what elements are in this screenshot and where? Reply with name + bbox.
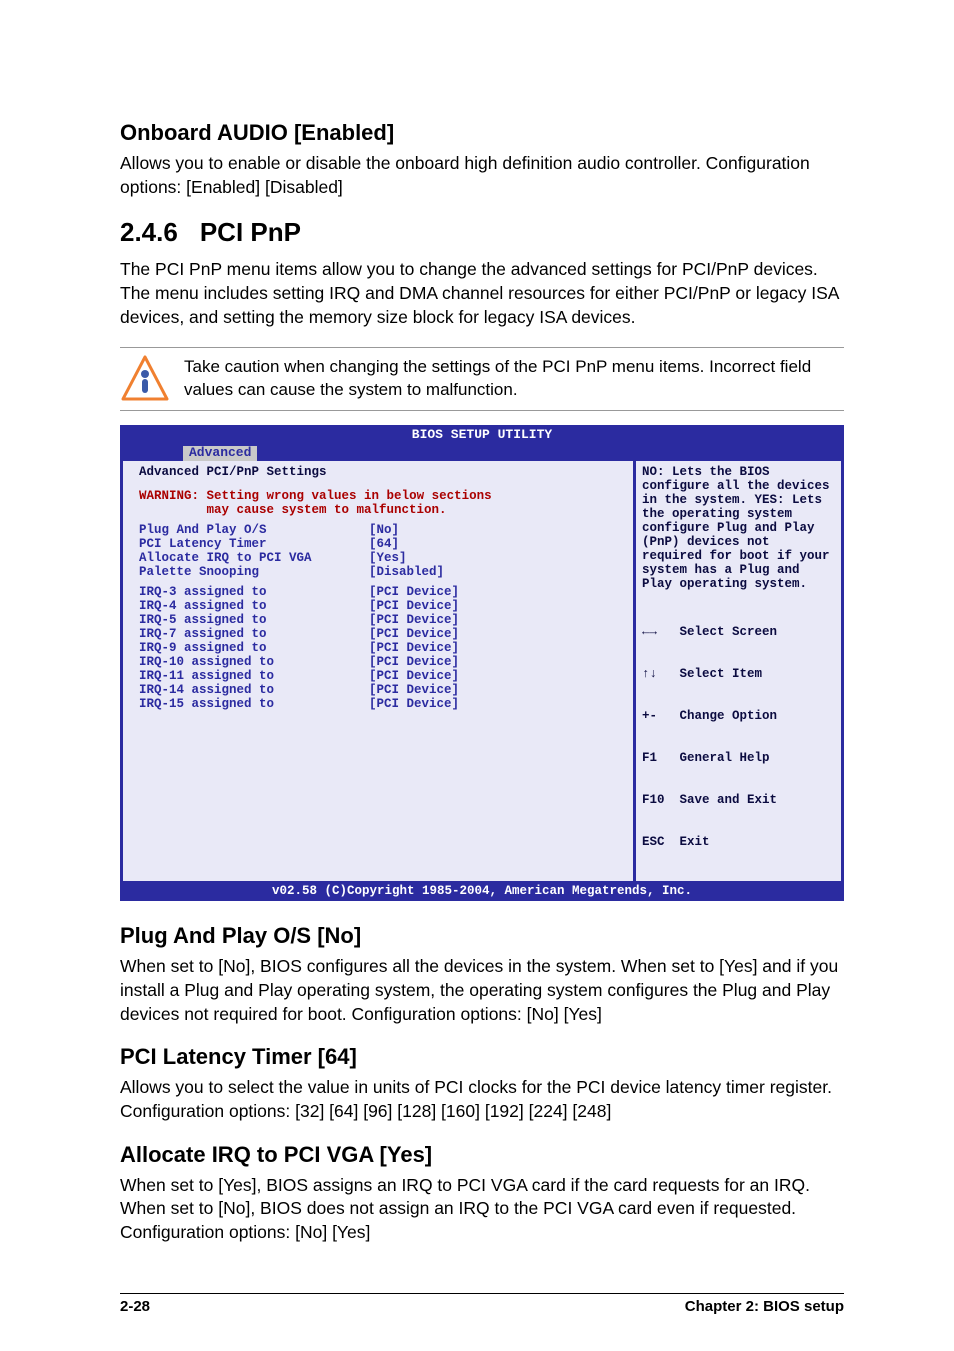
heading-pci-latency: PCI Latency Timer [64]	[120, 1044, 844, 1070]
bios-option-allocate-irq[interactable]: Allocate IRQ to PCI VGA[Yes]	[139, 551, 623, 565]
bios-option-irq3[interactable]: IRQ-3 assigned to[PCI Device]	[139, 585, 623, 599]
bios-right-pane: NO: Lets the BIOS configure all the devi…	[636, 461, 841, 884]
bios-option-irq10[interactable]: IRQ-10 assigned to[PCI Device]	[139, 655, 623, 669]
bios-option-irq4[interactable]: IRQ-4 assigned to[PCI Device]	[139, 599, 623, 613]
bios-nav-legend: ←→ Select Screen ↑↓ Select Item +- Chang…	[642, 597, 835, 877]
caution-text: Take caution when changing the settings …	[184, 356, 844, 402]
bios-option-irq14[interactable]: IRQ-14 assigned to[PCI Device]	[139, 683, 623, 697]
text-pci-pnp-intro: The PCI PnP menu items allow you to chan…	[120, 258, 844, 329]
key-esc-icon: ESC	[642, 835, 672, 849]
text-onboard-audio: Allows you to enable or disable the onbo…	[120, 152, 844, 199]
bios-option-palette-snooping[interactable]: Palette Snooping[Disabled]	[139, 565, 623, 579]
section-number: 2.4.6	[120, 217, 178, 248]
bios-option-pci-latency[interactable]: PCI Latency Timer[64]	[139, 537, 623, 551]
page-footer: 2-28 Chapter 2: BIOS setup	[120, 1293, 844, 1315]
bios-option-irq7[interactable]: IRQ-7 assigned to[PCI Device]	[139, 627, 623, 641]
chapter-label: Chapter 2: BIOS setup	[685, 1298, 844, 1315]
key-f10-icon: F10	[642, 793, 672, 807]
bios-help-text: NO: Lets the BIOS configure all the devi…	[642, 465, 835, 591]
bios-option-irq15[interactable]: IRQ-15 assigned to[PCI Device]	[139, 697, 623, 711]
bios-option-irq11[interactable]: IRQ-11 assigned to[PCI Device]	[139, 669, 623, 683]
section-title: PCI PnP	[200, 217, 301, 247]
bios-left-pane: Advanced PCI/PnP Settings WARNING: Setti…	[123, 461, 636, 884]
bios-screenshot: BIOS SETUP UTILITY Advanced Advanced PCI…	[120, 425, 844, 901]
arrows-lr-icon: ←→	[642, 625, 672, 639]
heading-pci-pnp: 2.4.6 PCI PnP	[120, 217, 844, 248]
bios-subheading: Advanced PCI/PnP Settings	[139, 465, 623, 479]
heading-allocate-irq: Allocate IRQ to PCI VGA [Yes]	[120, 1142, 844, 1168]
text-plug-and-play: When set to [No], BIOS configures all th…	[120, 955, 844, 1026]
text-pci-latency: Allows you to select the value in units …	[120, 1076, 844, 1123]
caution-note: Take caution when changing the settings …	[120, 347, 844, 411]
page-number: 2-28	[120, 1298, 150, 1315]
bios-copyright: v02.58 (C)Copyright 1985-2004, American …	[123, 884, 841, 898]
bios-option-irq5[interactable]: IRQ-5 assigned to[PCI Device]	[139, 613, 623, 627]
heading-onboard-audio: Onboard AUDIO [Enabled]	[120, 120, 844, 146]
bios-title: BIOS SETUP UTILITY	[123, 428, 841, 443]
key-f1-icon: F1	[642, 751, 672, 765]
warning-icon	[120, 354, 170, 404]
bios-tab-advanced[interactable]: Advanced	[183, 446, 257, 461]
heading-plug-and-play: Plug And Play O/S [No]	[120, 923, 844, 949]
bios-option-irq9[interactable]: IRQ-9 assigned to[PCI Device]	[139, 641, 623, 655]
text-allocate-irq: When set to [Yes], BIOS assigns an IRQ t…	[120, 1174, 844, 1245]
arrows-ud-icon: ↑↓	[642, 667, 672, 681]
bios-warning: WARNING: Setting wrong values in below s…	[139, 489, 623, 517]
plus-minus-icon: +-	[642, 709, 672, 723]
bios-option-plug-and-play[interactable]: Plug And Play O/S[No]	[139, 523, 623, 537]
